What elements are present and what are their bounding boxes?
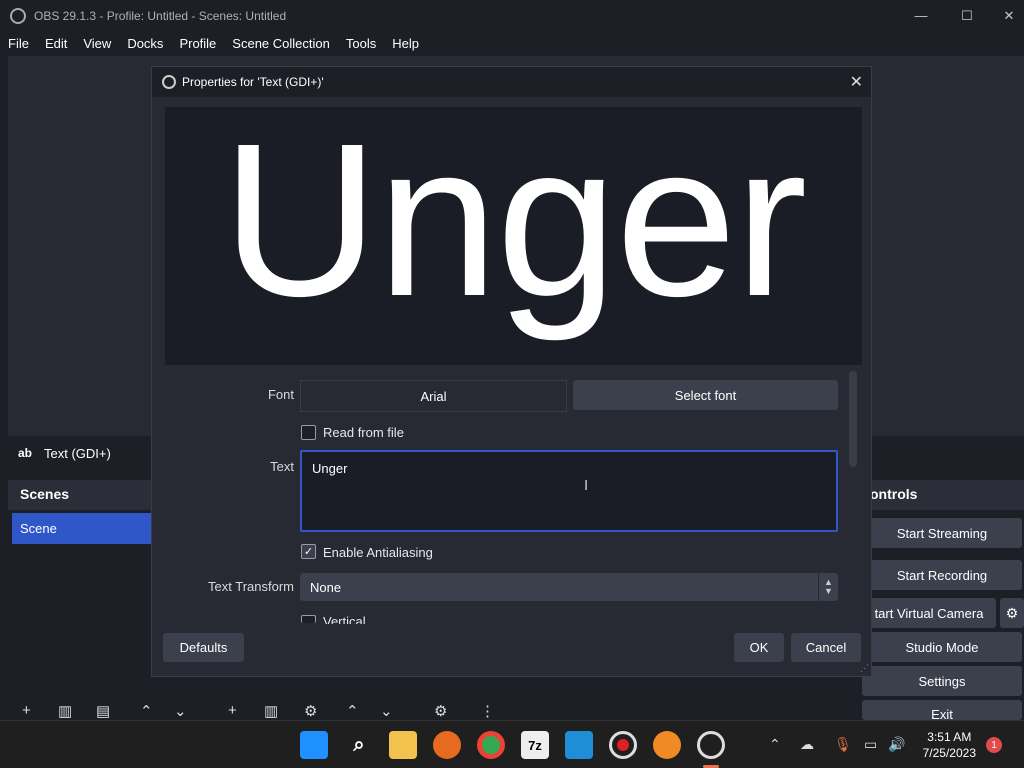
cloud-icon[interactable]: ☁ <box>800 736 814 753</box>
text-label: Text <box>270 459 294 474</box>
menu-help[interactable]: Help <box>392 36 419 51</box>
7zip-icon[interactable]: 7z <box>521 731 549 759</box>
mixer-settings-icon[interactable]: ⚙ <box>434 702 447 720</box>
add-source-icon[interactable]: + <box>228 702 237 719</box>
network-icon[interactable]: ▭ <box>864 736 877 753</box>
menu-file[interactable]: File <box>8 36 29 51</box>
clock-date: 7/25/2023 <box>922 746 976 760</box>
window-titlebar: OBS 29.1.3 - Profile: Untitled - Scenes:… <box>0 0 1024 31</box>
gear-icon[interactable]: ⚙ <box>1000 598 1024 628</box>
maximize-button[interactable]: ☐ <box>944 0 990 31</box>
notification-badge[interactable]: 1 <box>986 737 1002 753</box>
menu-bar: File Edit View Docks Profile Scene Colle… <box>0 31 1024 55</box>
properties-dialog: Properties for 'Text (GDI+)' ✕ Unger Fon… <box>151 66 872 677</box>
fl-studio-icon[interactable] <box>653 731 681 759</box>
scenes-dock-title: Scenes <box>8 480 153 510</box>
text-transform-value: None <box>310 580 342 595</box>
move-down-icon[interactable]: ⌄ <box>174 702 187 720</box>
antialias-label[interactable]: Enable Antialiasing <box>323 545 433 560</box>
microphone-icon[interactable]: 🎙 <box>834 736 852 753</box>
window-title: OBS 29.1.3 - Profile: Untitled - Scenes:… <box>34 8 287 23</box>
source-name: Text (GDI+) <box>44 445 111 461</box>
volume-icon[interactable]: 🔊 <box>888 736 905 753</box>
start-virtual-camera-button[interactable]: tart Virtual Camera <box>862 598 996 628</box>
menu-docks[interactable]: Docks <box>127 36 163 51</box>
menu-scene-collection[interactable]: Scene Collection <box>232 36 330 51</box>
remove-scene-icon[interactable]: ▥ <box>58 702 72 720</box>
exit-button[interactable]: Exit <box>862 700 1022 720</box>
controls-dock-title: ontrols <box>860 480 1024 510</box>
dock-toolbar: + ▥ ▤ ⌃ ⌄ + ▥ ⚙ ⌃ ⌄ ⚙ ⋮ <box>0 702 860 720</box>
studio-mode-button[interactable]: Studio Mode <box>862 632 1022 662</box>
start-recording-button[interactable]: Start Recording <box>862 560 1022 590</box>
source-up-icon[interactable]: ⌃ <box>346 702 359 720</box>
text-cursor-icon: I <box>584 477 589 494</box>
start-streaming-button[interactable]: Start Streaming <box>862 518 1022 548</box>
add-scene-icon[interactable]: + <box>22 702 31 719</box>
cancel-button[interactable]: Cancel <box>791 633 861 662</box>
vertical-checkbox[interactable] <box>301 615 316 623</box>
menu-view[interactable]: View <box>83 36 111 51</box>
taskbar-clock[interactable]: 3:51 AM 7/25/2023 <box>923 729 976 761</box>
move-up-icon[interactable]: ⌃ <box>140 702 153 720</box>
close-icon[interactable]: ✕ <box>850 72 863 92</box>
read-from-file-label[interactable]: Read from file <box>323 425 404 440</box>
remove-source-icon[interactable]: ▥ <box>264 702 278 720</box>
resize-grip-icon[interactable]: ⋰ <box>860 663 869 674</box>
more-options-icon[interactable]: ⋮ <box>480 702 495 720</box>
taskbar: ⌕ 7z ⌃ ☁ 🎙 ▭ 🔊 3:51 AM 7/25/2023 1 <box>0 720 1024 768</box>
spinner-arrows-icon[interactable]: ▲ ▼ <box>818 573 838 601</box>
chrome-icon[interactable] <box>477 731 505 759</box>
obs-logo-icon <box>10 7 26 24</box>
defaults-button[interactable]: Defaults <box>163 633 244 662</box>
scene-list-item[interactable]: Scene <box>12 513 153 544</box>
settings-button[interactable]: Settings <box>862 666 1022 696</box>
properties-scrollbar[interactable] <box>849 371 857 467</box>
antialias-checkbox[interactable]: ✓ <box>301 544 316 559</box>
text-source-icon: ab <box>18 446 33 460</box>
preview-text: Unger <box>221 107 808 342</box>
source-settings-icon[interactable]: ⚙ <box>304 702 317 720</box>
start-icon[interactable] <box>300 731 328 759</box>
video-editor-icon[interactable] <box>565 731 593 759</box>
obs-logo-icon <box>162 75 176 89</box>
menu-edit[interactable]: Edit <box>45 36 67 51</box>
obs-icon[interactable] <box>697 731 725 759</box>
dialog-titlebar: Properties for 'Text (GDI+)' ✕ <box>152 67 871 97</box>
filter-icon[interactable]: ▤ <box>96 702 110 720</box>
firefox-icon[interactable] <box>433 731 461 759</box>
source-preview: Unger <box>165 107 862 365</box>
font-label: Font <box>267 387 294 402</box>
minimize-button[interactable]: — <box>898 0 944 31</box>
dialog-title: Properties for 'Text (GDI+)' <box>182 75 324 89</box>
search-icon[interactable]: ⌕ <box>345 731 373 759</box>
text-transform-select[interactable]: None ▲ ▼ <box>300 573 838 601</box>
menu-tools[interactable]: Tools <box>346 36 376 51</box>
font-value: Arial <box>300 380 567 412</box>
ok-button[interactable]: OK <box>734 633 784 662</box>
text-transform-label: Text Transform <box>208 579 294 594</box>
source-down-icon[interactable]: ⌄ <box>380 702 393 720</box>
record-icon[interactable] <box>609 731 637 759</box>
vertical-label[interactable]: Vertical <box>323 614 366 624</box>
select-font-button[interactable]: Select font <box>573 380 838 410</box>
clock-time: 3:51 AM <box>927 730 972 744</box>
file-explorer-icon[interactable] <box>389 731 417 759</box>
close-window-button[interactable]: ✕ <box>986 0 1024 31</box>
read-from-file-checkbox[interactable] <box>301 425 316 440</box>
chevron-up-icon[interactable]: ⌃ <box>769 736 781 753</box>
text-input[interactable]: Unger <box>300 450 838 532</box>
menu-profile[interactable]: Profile <box>179 36 216 51</box>
